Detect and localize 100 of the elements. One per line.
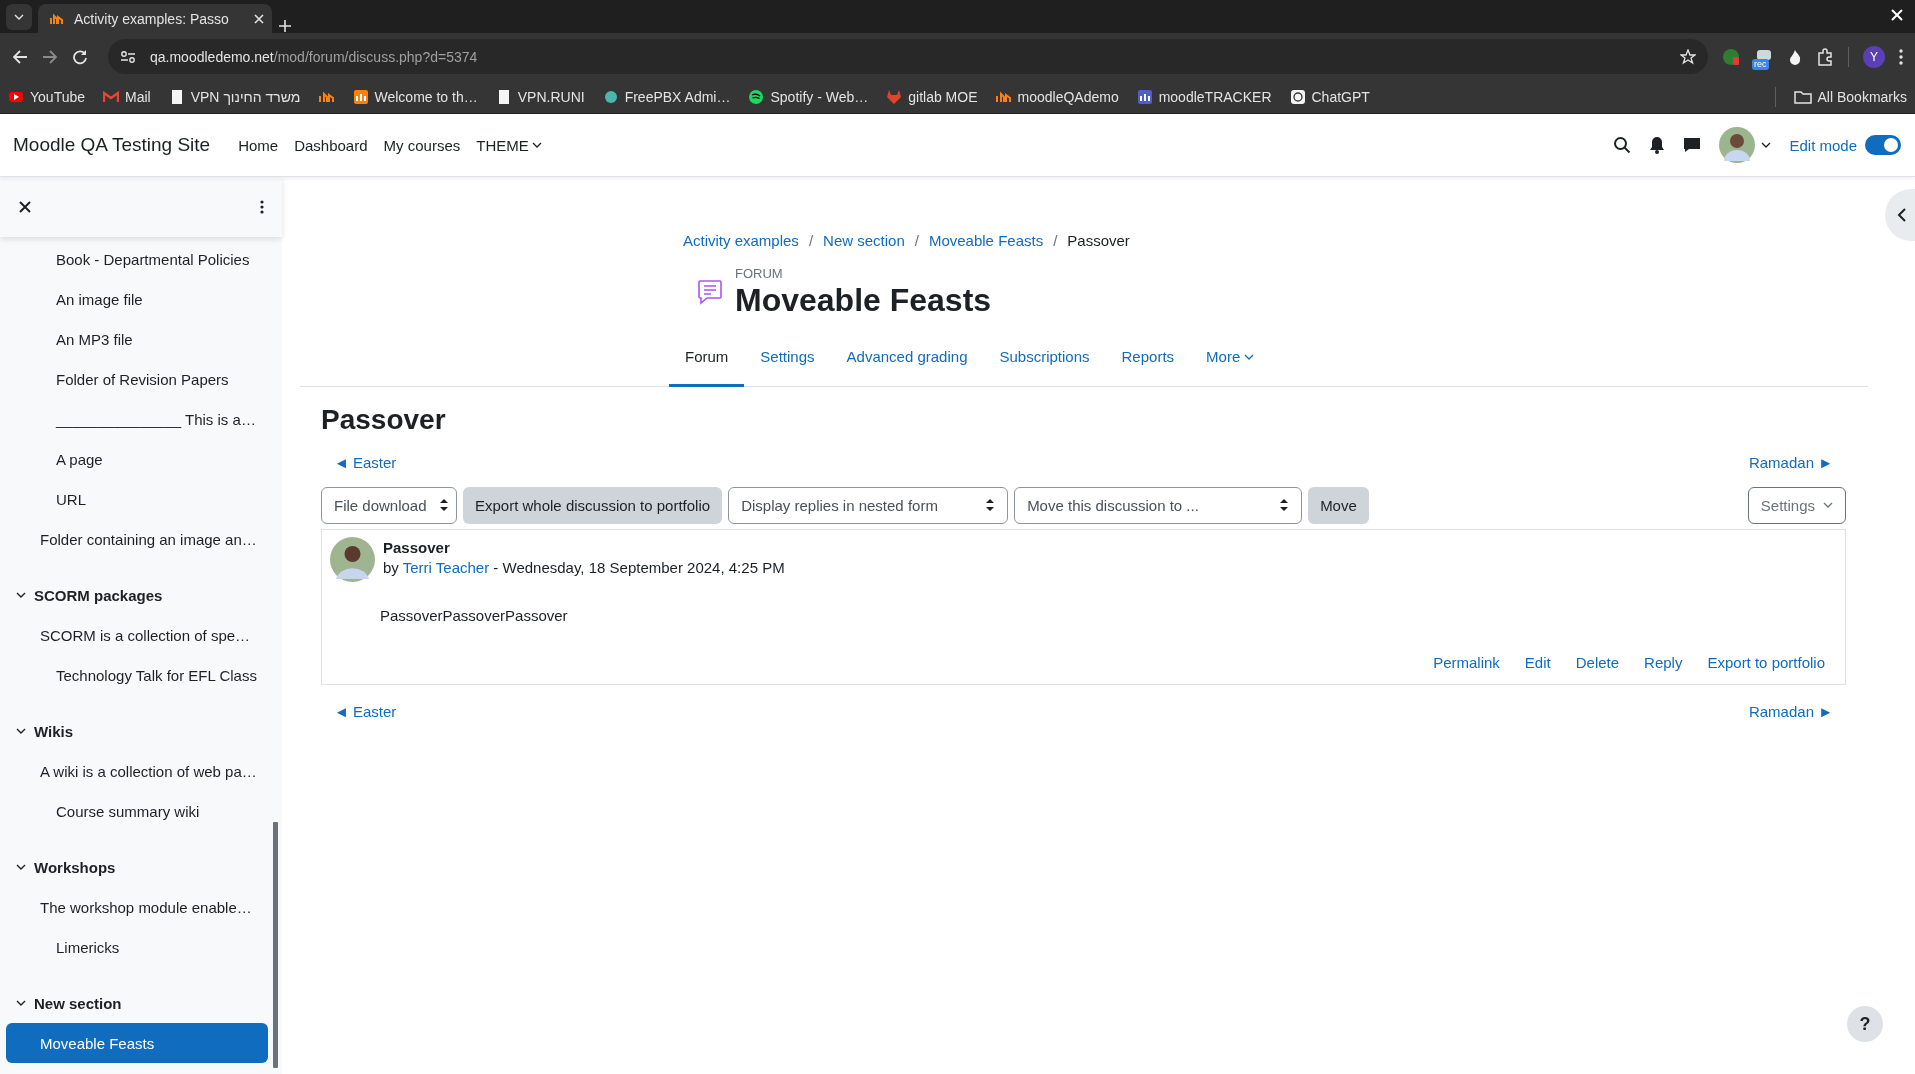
tab[interactable]: Forum: [669, 328, 745, 388]
help-button[interactable]: ?: [1847, 1006, 1883, 1042]
author-link[interactable]: Terri Teacher: [402, 559, 490, 576]
tab[interactable]: Advanced grading: [830, 328, 984, 388]
spotify-icon: [748, 88, 765, 105]
tab[interactable]: Reports: [1105, 328, 1191, 388]
module-type: FORUM: [735, 266, 784, 281]
extension-icon[interactable]: [1722, 47, 1740, 66]
sort-arrows-icon: [438, 498, 449, 513]
course-index-item[interactable]: Limericks: [0, 927, 268, 967]
bookmark[interactable]: Mail: [103, 88, 151, 105]
star-icon[interactable]: [1680, 48, 1696, 65]
bookmark[interactable]: VPN משרד החינוך: [168, 88, 301, 105]
previous-discussion-link[interactable]: ◄ Easter: [334, 454, 397, 472]
edit-mode-toggle[interactable]: [1865, 135, 1901, 155]
nav-link[interactable]: Dashboard: [286, 128, 376, 162]
course-index-item[interactable]: URL: [0, 479, 268, 519]
course-index-item[interactable]: SCORM is a collection of spe…: [0, 615, 268, 655]
action-button[interactable]: Export whole discussion to portfolio: [463, 487, 723, 524]
breadcrumb-link[interactable]: Moveable Feasts: [928, 232, 1044, 249]
section-header[interactable]: SCORM packages: [0, 575, 268, 615]
course-index-item[interactable]: Folder containing an image an…: [0, 519, 268, 559]
dropdown-select[interactable]: File download: [321, 487, 457, 524]
breadcrumb-link[interactable]: New section: [823, 232, 905, 249]
scrollbar-thumb[interactable]: [273, 822, 278, 1068]
discussion-title: Passover: [321, 403, 447, 437]
bookmark[interactable]: VPN.RUNI: [495, 88, 585, 105]
nav-link[interactable]: Home: [230, 128, 287, 162]
dropdown-select[interactable]: Move this discussion to ...: [1014, 487, 1303, 524]
bookmark[interactable]: moodleTRACKER: [1136, 88, 1272, 105]
course-index-item[interactable]: An image file: [0, 279, 268, 319]
course-index-item[interactable]: A wiki is a collection of web pa…: [0, 751, 268, 791]
dropdown-select[interactable]: Display replies in nested form: [728, 487, 1009, 524]
course-index-item[interactable]: Course summary wiki: [0, 791, 268, 831]
bookmark[interactable]: FreePBX Admi…: [602, 88, 731, 105]
puzzle-icon[interactable]: [1816, 47, 1834, 66]
browser-tab[interactable]: Activity examples: Passo: [38, 4, 272, 33]
bookmark[interactable]: moodleQAdemo: [995, 88, 1119, 105]
bookmark[interactable]: YouTube: [8, 88, 85, 105]
next-discussion-link[interactable]: Ramadan ►: [1748, 703, 1833, 721]
chat-bubble-icon[interactable]: [1683, 137, 1702, 153]
breadcrumb-separator: /: [808, 232, 814, 249]
drawer-toggle-button[interactable]: [1885, 189, 1915, 241]
course-index-item[interactable]: The workshop module enable…: [0, 887, 268, 927]
course-index-item[interactable]: Technology Talk for EFL Class: [0, 655, 268, 695]
caret-icon[interactable]: [1761, 140, 1772, 150]
section-header[interactable]: Wikis: [0, 711, 268, 751]
chevron-down-icon: [16, 590, 26, 600]
bookmark[interactable]: Spotify - Web…: [748, 88, 869, 105]
post-action-link[interactable]: Edit: [1524, 654, 1551, 671]
post-action-link[interactable]: Delete: [1575, 654, 1620, 671]
course-index-item[interactable]: Moveable Feasts: [6, 1023, 268, 1063]
moodle-logo-icon: [50, 12, 66, 25]
recorder-extension-icon[interactable]: rec: [1754, 46, 1774, 67]
forward-icon[interactable]: [42, 48, 58, 65]
site-name[interactable]: Moodle QA Testing Site: [13, 134, 211, 156]
previous-discussion-link[interactable]: ◄ Easter: [334, 703, 397, 721]
course-index-item[interactable]: An MP3 file: [0, 319, 268, 359]
post-subject: Passover: [383, 539, 451, 556]
tab[interactable]: Subscriptions: [983, 328, 1106, 388]
user-avatar[interactable]: [1719, 127, 1756, 163]
menu-tab[interactable]: More: [1190, 328, 1271, 388]
forum-icon: [697, 278, 723, 307]
reload-icon[interactable]: [72, 48, 88, 65]
settings-dropdown[interactable]: Settings: [1747, 487, 1846, 524]
course-index-item[interactable]: Folder of Revision Papers: [0, 359, 268, 399]
section-header[interactable]: Workshops: [0, 847, 268, 887]
section-header[interactable]: New section: [0, 983, 268, 1023]
new-tab-icon[interactable]: [278, 19, 292, 33]
caret-icon: [531, 140, 542, 150]
post-action-link[interactable]: Reply: [1644, 654, 1683, 671]
url-path: /mod/forum/discuss.php?d=5374: [273, 48, 478, 65]
next-discussion-link[interactable]: Ramadan ►: [1748, 454, 1833, 472]
bookmark[interactable]: Welcome to th…: [352, 88, 478, 105]
breadcrumb-link[interactable]: Activity examples: [683, 232, 799, 249]
course-index-item[interactable]: _______________ This is a…: [0, 399, 268, 439]
chevron-down-icon: [16, 862, 26, 872]
sort-arrows-icon: [1279, 498, 1290, 513]
close-icon[interactable]: [19, 201, 31, 213]
profile-avatar[interactable]: Y: [1863, 45, 1885, 68]
nav-link[interactable]: My courses: [375, 128, 469, 162]
back-icon[interactable]: [12, 48, 28, 65]
menu-dropdown[interactable]: THEME: [468, 128, 550, 162]
address-bar[interactable]: qa.moodledemo.net/mod/forum/discuss.php?d=5374: [108, 39, 1708, 74]
bookmark[interactable]: gitlab MOE: [886, 88, 978, 105]
search-icon[interactable]: [1613, 136, 1632, 154]
all-bookmarks-button[interactable]: All Bookmarks: [1793, 88, 1907, 105]
more-icon[interactable]: [1899, 48, 1903, 65]
breadcrumb-current: Passover: [1067, 232, 1130, 249]
tab-list-button[interactable]: [6, 4, 32, 30]
more-icon[interactable]: [260, 200, 264, 214]
action-button[interactable]: Move: [1308, 487, 1369, 524]
tab[interactable]: Settings: [744, 328, 831, 388]
post-action-link[interactable]: Permalink: [1433, 654, 1500, 671]
bookmark[interactable]: ChatGPT: [1289, 88, 1370, 105]
folder-icon: [1793, 89, 1812, 104]
post-action-link[interactable]: Export to portfolio: [1707, 654, 1825, 671]
course-index-item[interactable]: Book - Departmental Policies: [0, 239, 268, 279]
course-index-item[interactable]: A page: [0, 439, 268, 479]
bell-icon[interactable]: [1649, 136, 1666, 154]
